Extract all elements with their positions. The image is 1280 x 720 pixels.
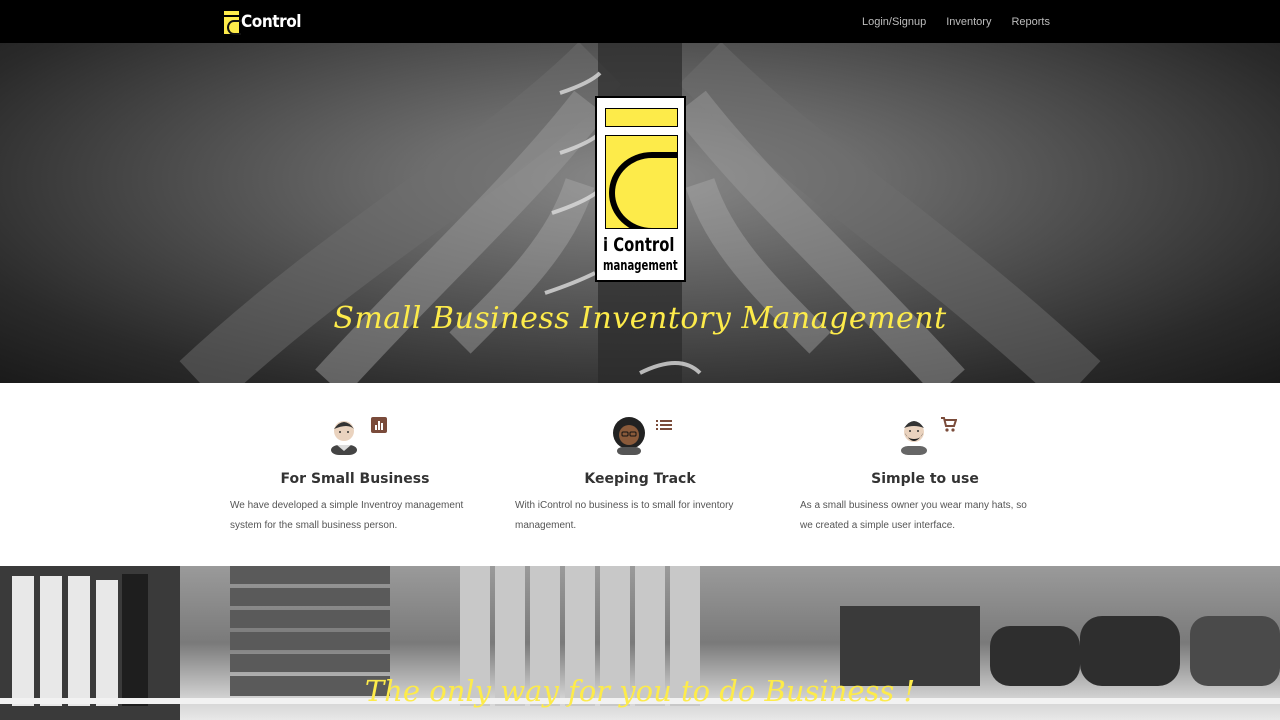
list-icon: [656, 420, 672, 430]
feature-text: We have developed a simple Inventroy man…: [230, 500, 464, 531]
nav-links: Login/Signup Inventory Reports: [842, 0, 1050, 43]
feature-text: With iControl no business is to small fo…: [515, 500, 734, 531]
icontrol-logo: i Control management: [595, 96, 686, 282]
nav-reports[interactable]: Reports: [1011, 16, 1050, 28]
shopping-cart-icon: [941, 417, 957, 432]
feature-title: Simple to use: [871, 471, 979, 487]
nav-login-signup[interactable]: Login/Signup: [862, 16, 926, 28]
woman-avatar: [613, 417, 645, 455]
brand-text: Control: [241, 12, 302, 32]
man-avatar: [331, 421, 357, 455]
hero-banner: i Control management Small Business Inve…: [0, 43, 1280, 383]
bearded-man-avatar: [901, 421, 927, 455]
feature-title: For Small Business: [280, 471, 430, 487]
nav-inventory[interactable]: Inventory: [946, 16, 991, 28]
features-section: For Small Business We have developed a s…: [0, 383, 1280, 566]
brand-logo-icon: [224, 9, 241, 35]
hero-tagline: Small Business Inventory Management: [333, 301, 947, 336]
bottom-banner: The only way for you to do Business !: [0, 566, 1280, 720]
bottom-tagline: The only way for you to do Business !: [364, 674, 916, 708]
brand-link[interactable]: Control: [224, 8, 308, 36]
bar-chart-icon: [371, 417, 387, 433]
logo-line1: i Control: [603, 234, 675, 256]
navbar: Control Login/Signup Inventory Reports: [0, 0, 1280, 43]
logo-line2: management: [603, 258, 678, 274]
feature-title: Keeping Track: [584, 471, 696, 487]
feature-text: As a small business owner you wear many …: [800, 500, 1027, 531]
